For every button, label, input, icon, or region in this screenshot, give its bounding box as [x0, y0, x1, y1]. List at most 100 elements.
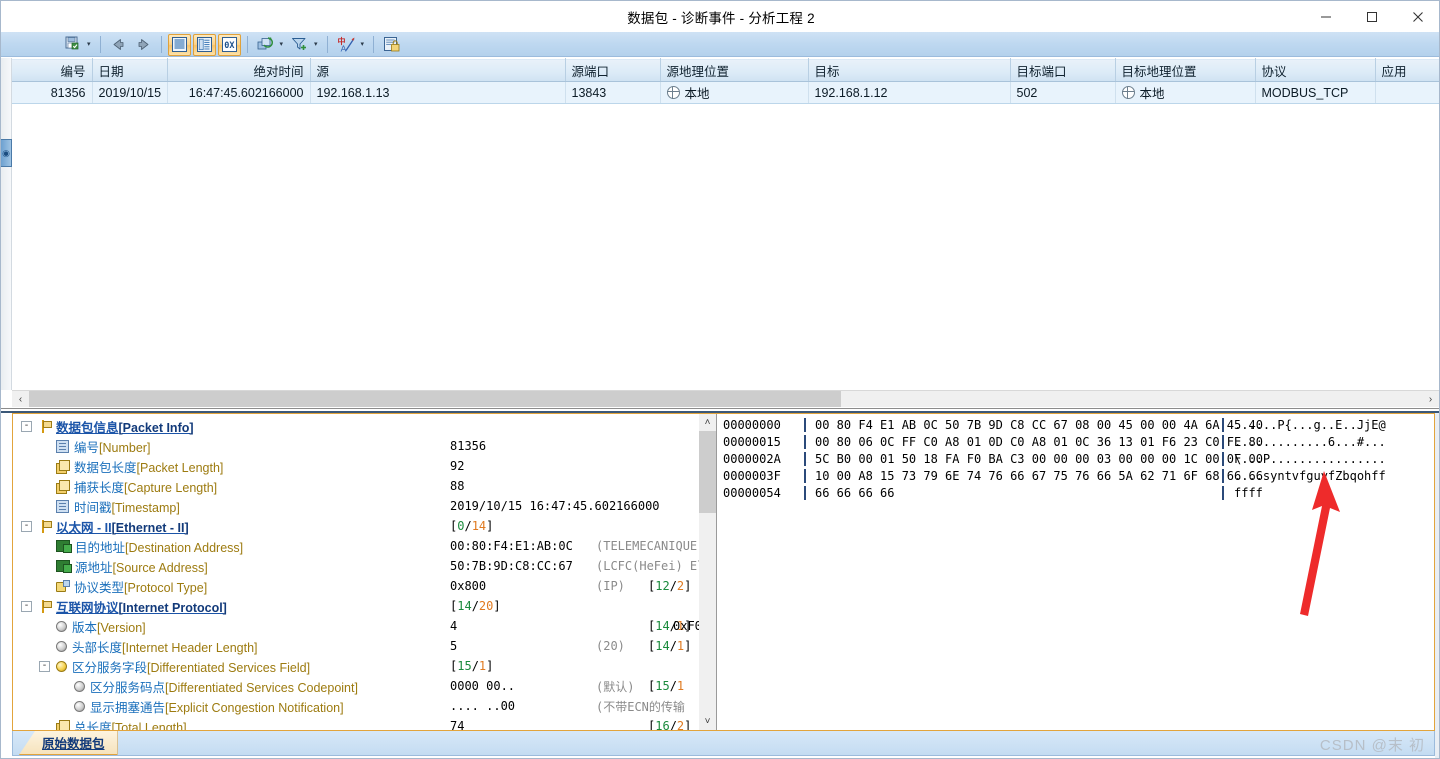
export-button[interactable]	[380, 34, 404, 56]
tree-field-node[interactable]: 数据包长度[Packet Length] 92	[13, 456, 699, 476]
tree-field-node[interactable]: 区分服务码点[Differentiated Services Codepoint…	[13, 676, 699, 696]
column-header-dstport[interactable]: 目标端口	[1010, 58, 1116, 82]
tree-field-node[interactable]: 头部长度[Internet Header Length] 5 (20) [14/1]	[13, 636, 699, 656]
cell-srcgeo: 本地	[660, 81, 809, 104]
packet-list-hscrollbar[interactable]: ‹ ›	[12, 390, 1439, 408]
tree-protocol-node[interactable]: - 以太网 - II[Ethernet - II] [0/14]	[13, 516, 699, 536]
tree-node-value: 92	[450, 459, 465, 473]
decode-dropdown-caret[interactable]: ▾	[361, 41, 365, 48]
hscroll-left-arrow[interactable]: ‹	[12, 391, 29, 408]
column-header-date[interactable]: 日期	[92, 58, 168, 82]
packet-list-view-button[interactable]	[167, 33, 191, 56]
tree-node-text: 版本[Version]	[72, 620, 146, 635]
tree-field-node[interactable]: 显示拥塞通告[Explicit Congestion Notification]…	[13, 696, 699, 716]
hex-row[interactable]: 00000015 00 80 06 0C FF C0 A8 01 0D C0 A8…	[717, 433, 1434, 450]
back-button[interactable]	[107, 34, 130, 56]
tab-raw-packet[interactable]: 原始数据包	[19, 731, 118, 755]
protocol-flag-icon	[38, 599, 52, 613]
refresh-button[interactable]	[254, 34, 278, 56]
toolbar-separator-1	[99, 36, 101, 53]
decode-button[interactable]: 中 A	[334, 34, 359, 56]
hscroll-right-arrow[interactable]: ›	[1422, 391, 1439, 408]
maximize-button[interactable]	[1349, 1, 1395, 32]
hex-row[interactable]: 00000000 00 80 F4 E1 AB 0C 50 7B 9D C8 CC…	[717, 416, 1434, 433]
filter-button[interactable]	[288, 34, 312, 56]
tree-expander[interactable]: -	[21, 420, 32, 432]
tree-node-text: 显示拥塞通告[Explicit Congestion Notification]	[90, 700, 344, 715]
column-header-srcgeo[interactable]: 源地理位置	[660, 58, 809, 82]
tree-scroll-thumb[interactable]	[699, 431, 716, 513]
tree-node-value: 0000 00..	[450, 679, 516, 693]
column-header-proto[interactable]: 协议	[1255, 58, 1376, 82]
tree-expander[interactable]: -	[21, 600, 32, 612]
packet-list[interactable]: 编号 日期 绝对时间源源端口 源地理位置 目标 目标端口 目标地理位置 协议 应用 81356 2…	[12, 58, 1439, 390]
tree-scroll-down-arrow[interactable]: ˅	[699, 713, 716, 730]
tree-expander[interactable]: -	[39, 660, 50, 672]
tree-field-node[interactable]: 版本[Version] 4 [14/1] 0xF0	[13, 616, 702, 636]
tree-node-text: 总长度[Total Length]	[74, 720, 187, 731]
tree-node-note: (不带ECN的传输	[596, 699, 685, 714]
hex-bytes: 66 66 66 66	[804, 485, 1222, 500]
hscroll-thumb[interactable]	[29, 390, 841, 408]
tree-protocol-node[interactable]: - 互联网协议[Internet Protocol] [14/20]	[13, 596, 699, 616]
tree-field-node[interactable]: 时间戳[Timestamp] 2019/10/15 16:47:45.602166…	[13, 496, 699, 516]
minimize-button[interactable]	[1303, 1, 1349, 32]
tree-node-text: 编号[Number]	[74, 440, 151, 455]
empty-list-area	[12, 103, 1439, 389]
refresh-dropdown-caret[interactable]: ▾	[280, 41, 284, 48]
field-ball-yellow-icon	[56, 660, 67, 672]
tree-field-node[interactable]: 总长度[Total Length] 74 [16/2]	[13, 716, 699, 730]
tree-field-node[interactable]: - 区分服务字段[Differentiated Services Field] [1…	[13, 656, 699, 676]
hscroll-track[interactable]	[29, 390, 1422, 408]
tree-node-label-wrap: 时间戳[Timestamp]	[39, 496, 180, 516]
save-button[interactable]	[62, 34, 85, 56]
hex-row[interactable]: 00000054 66 66 66 66 ffff	[717, 484, 1434, 501]
close-button[interactable]	[1395, 1, 1439, 32]
tree-field-node[interactable]: 源地址[Source Address] 50:7B:9D:C8:CC:67 (LCF…	[13, 556, 712, 576]
tree-protocol-node[interactable]: - 数据包信息[Packet Info]	[13, 416, 699, 436]
tree-field-node[interactable]: 协议类型[Protocol Type] 0x800 (IP) [12/2]	[13, 576, 699, 596]
watermark: CSDN @末 初	[1319, 737, 1425, 754]
panel-tab-icon: ◉	[2, 147, 10, 158]
forward-button[interactable]	[132, 34, 155, 56]
hex-bytes: 00 80 06 0C FF C0 A8 01 0D C0 A8 01 0C 3…	[804, 434, 1263, 449]
column-header-srcport[interactable]: 源端口	[565, 58, 661, 82]
title-bar: 数据包 - 诊断事件 - 分析工程 2	[1, 1, 1439, 32]
toolbar: ▾ 0X ▾ ▾ 中 A ▾	[1, 32, 1439, 57]
tree-vscrollbar[interactable]: ˄ ˅	[699, 414, 716, 730]
table-row[interactable]: 81356 2019/10/15 16:47:45.602166000 192.168…	[12, 81, 1439, 104]
svg-text:A: A	[340, 44, 346, 54]
tree-node-label-wrap: 源地址[Source Address]	[39, 556, 208, 576]
collapsed-panel-tab[interactable]: ◉	[1, 139, 12, 167]
hex-view-button[interactable]: 0X	[217, 33, 241, 56]
column-header-dst[interactable]: 目标	[808, 58, 1011, 82]
hex-dump-pane[interactable]: 00000000 00 80 F4 E1 AB 0C 50 7B 9D C8 CC…	[716, 414, 1434, 730]
hex-bytes: 00 80 F4 E1 AB 0C 50 7B 9D C8 CC 67 08 0…	[804, 417, 1263, 432]
tree-node-note: (LCFC(HeFei) Ele	[596, 559, 712, 573]
filter-dropdown-caret[interactable]: ▾	[314, 41, 318, 48]
hex-row[interactable]: 0000003F 10 00 A8 15 73 79 6E 74 76 66 67…	[717, 467, 1434, 484]
tree-field-node[interactable]: 编号[Number] 81356	[13, 436, 699, 456]
toolbar-separator-5	[373, 36, 375, 53]
hex-row[interactable]: 0000002A 5C B0 00 01 50 18 FA F0 BA C3 00…	[717, 450, 1434, 467]
tree-expander[interactable]: -	[21, 520, 32, 532]
column-header-no[interactable]: 编号	[12, 58, 93, 82]
column-header-src[interactable]: 源	[310, 58, 566, 82]
packet-detail-view-button[interactable]	[192, 33, 216, 56]
tree-node-mask: 0xF0	[673, 619, 702, 633]
packet-table: 编号 日期 绝对时间源源端口 源地理位置 目标 目标端口 目标地理位置 协议 应用 81356 2…	[12, 58, 1439, 389]
tree-node-value: 00:80:F4:E1:AB:0C	[450, 539, 573, 553]
column-header-dstgeo[interactable]: 目标地理位置	[1115, 58, 1256, 82]
column-header-abstime[interactable]: 绝对时间	[167, 58, 311, 82]
packet-detail-tree[interactable]: - 数据包信息[Packet Info] 编号[Number] 81356 数据包长度[…	[13, 414, 716, 730]
tree-field-node[interactable]: 目的地址[Destination Address] 00:80:F4:E1:AB:…	[13, 536, 712, 556]
cell-srcport: 13843	[565, 81, 661, 104]
column-header-app[interactable]: 应用	[1375, 58, 1439, 82]
toolbar-separator-3	[246, 36, 248, 53]
tree-scroll-up-arrow[interactable]: ˄	[699, 414, 716, 431]
save-dropdown-caret[interactable]: ▾	[87, 41, 91, 48]
tree-node-note: (IP)	[596, 579, 625, 593]
tree-field-node[interactable]: 捕获长度[Capture Length] 88	[13, 476, 699, 496]
tree-node-text: 数据包信息[Packet Info]	[56, 420, 194, 435]
tree-node-label-wrap: 版本[Version]	[39, 616, 146, 636]
